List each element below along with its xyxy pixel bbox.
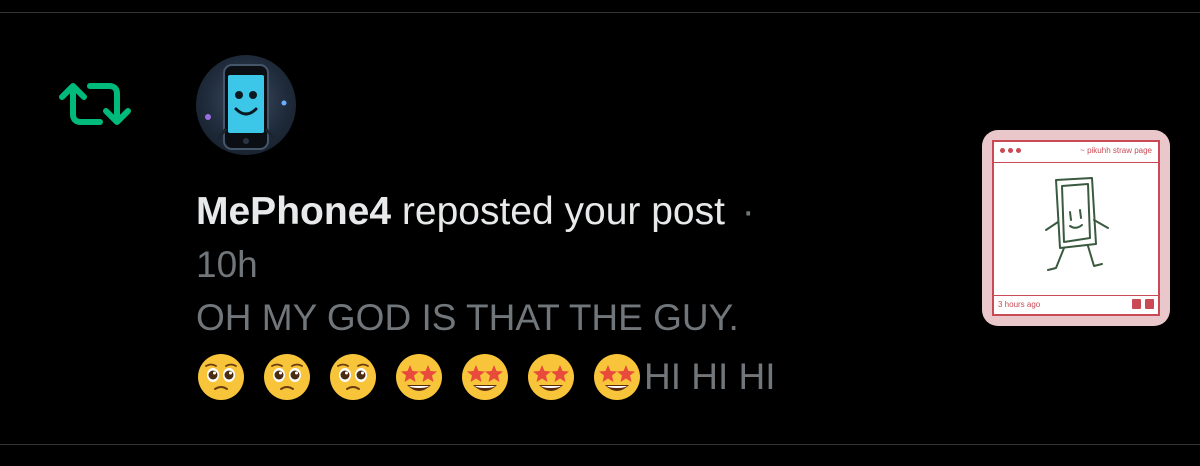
user-name-link[interactable]: MePhone4 (196, 190, 391, 233)
star-struck-icon (396, 354, 442, 400)
action-text: reposted your post (401, 190, 725, 233)
repost-icon (59, 83, 131, 125)
trash-icon (1145, 299, 1154, 309)
separator-dot: · (741, 190, 755, 233)
thumbnail-card: ~ pikuhh straw page 3 hours ago (992, 140, 1160, 316)
post-text-tail: HI HI HI (644, 356, 776, 397)
notification-headline: MePhone4 reposted your post · (196, 186, 916, 238)
thumbnail-title-bar: ~ pikuhh straw page (994, 142, 1158, 163)
star-struck-icon (528, 354, 574, 400)
thumbnail-window-title: ~ pikuhh straw page (1080, 146, 1152, 155)
post-thumbnail[interactable]: ~ pikuhh straw page 3 hours ago (982, 130, 1170, 326)
thumbnail-footer: 3 hours ago (994, 295, 1158, 314)
phone-character-avatar-icon (205, 64, 287, 150)
post-text-emoji-line: HI HI HI (196, 352, 916, 402)
thumbnail-time-ago: 3 hours ago (998, 300, 1041, 309)
post-text: OH MY GOD IS THAT THE GUY. (196, 297, 739, 338)
pleading-face-icon (264, 354, 310, 400)
bottom-divider (0, 444, 1200, 445)
pleading-face-icon (330, 354, 376, 400)
star-struck-icon (594, 354, 640, 400)
thumbnail-actions (1128, 299, 1154, 309)
avatar[interactable] (196, 55, 296, 155)
window-dots-icon (1000, 148, 1024, 153)
save-icon (1132, 299, 1141, 309)
pleading-face-icon (198, 354, 244, 400)
notification-content: MePhone4 reposted your post · 10h OH MY … (196, 186, 916, 402)
star-struck-icon (462, 354, 508, 400)
phone-doodle-drawing (1045, 177, 1109, 271)
top-divider (0, 12, 1200, 13)
timestamp: 10h (196, 244, 258, 285)
